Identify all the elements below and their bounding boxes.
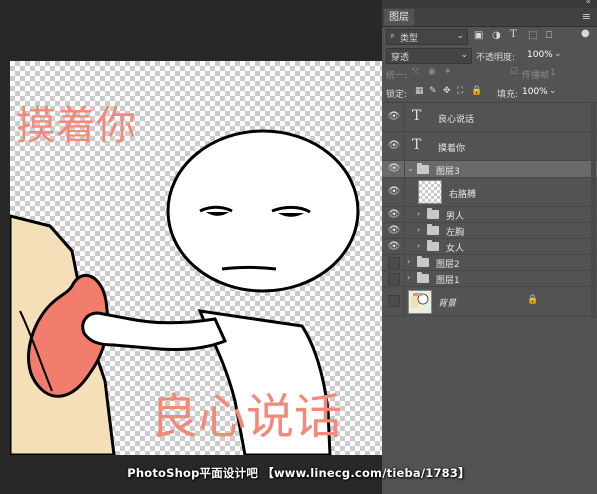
fill-value[interactable]: 100% bbox=[522, 87, 548, 97]
blend-mode-value: 穿透 bbox=[391, 53, 410, 63]
chevron-right-icon[interactable]: › bbox=[417, 241, 420, 250]
folder-icon bbox=[417, 163, 429, 174]
layers-panel: « 图层 ≡ ⌕ 类型 ⌄ ▣ ◑ T ⬚ ⎕ ● 穿透 ⌄ 不透明度: 100… bbox=[382, 0, 597, 494]
opacity-label: 不透明度: bbox=[476, 53, 516, 63]
panel-menu-icon[interactable]: ≡ bbox=[582, 10, 591, 23]
eye-icon[interactable]: 👁 bbox=[387, 163, 401, 174]
layer-name: 男人 bbox=[446, 212, 465, 222]
layer-row[interactable]: › 图层1 bbox=[382, 271, 597, 287]
layer-row[interactable]: 👁 › 女人 bbox=[382, 239, 597, 255]
layer-name: 女人 bbox=[446, 244, 465, 254]
filter-text-icon[interactable]: T bbox=[510, 29, 517, 40]
opacity-value[interactable]: 100% bbox=[527, 50, 553, 60]
document-canvas[interactable]: 摸着你 良心说话 bbox=[10, 61, 382, 455]
layer-thumbnail bbox=[418, 180, 442, 204]
unify-label: 统一: bbox=[386, 71, 408, 81]
layer-name: 图层3 bbox=[436, 167, 460, 177]
chevron-down-icon[interactable]: ⌄ bbox=[554, 49, 562, 59]
chevron-right-icon[interactable]: › bbox=[407, 273, 410, 282]
collapse-icon[interactable]: « bbox=[585, 0, 591, 7]
eye-icon[interactable]: 👁 bbox=[387, 241, 401, 252]
unify-position-icon[interactable]: ⤧ bbox=[412, 67, 419, 77]
search-icon: ⌕ bbox=[390, 31, 396, 41]
text-layer-icon: T bbox=[412, 108, 422, 124]
layer-row-selected[interactable]: 👁 ⌄ 图层3 bbox=[382, 161, 597, 178]
folder-icon bbox=[417, 256, 429, 267]
lock-label: 锁定: bbox=[386, 90, 408, 100]
eye-icon[interactable]: 👁 bbox=[387, 209, 401, 220]
layer-name: 图层2 bbox=[436, 260, 460, 270]
folder-icon bbox=[427, 224, 439, 235]
eye-icon[interactable]: 👁 bbox=[387, 140, 401, 151]
visibility-toggle-off[interactable] bbox=[388, 273, 400, 285]
filter-shape-icon[interactable]: ⬚ bbox=[528, 30, 537, 41]
layer-row[interactable]: 👁 › 左胸 bbox=[382, 223, 597, 239]
lock-image-icon[interactable]: ✎ bbox=[429, 86, 437, 96]
layer-row[interactable]: 👁 T 良心说话 bbox=[382, 103, 597, 132]
watermark-caption: PhotoShop平面设计吧 【www.linecg.com/tieba/178… bbox=[127, 466, 470, 480]
layer-name: 图层1 bbox=[436, 276, 460, 286]
background-thumbnail bbox=[408, 290, 432, 314]
chevron-right-icon[interactable]: › bbox=[417, 225, 420, 234]
unify-visibility-icon[interactable]: ◉ bbox=[428, 67, 436, 77]
folder-icon bbox=[427, 208, 439, 219]
layer-row[interactable]: 背景 🔒 bbox=[382, 287, 597, 316]
chevron-down-icon: ⌄ bbox=[460, 50, 468, 60]
layer-row[interactable]: 👁 右胳膊 bbox=[382, 178, 597, 207]
lock-icon: 🔒 bbox=[527, 295, 539, 305]
layer-list: 👁 T 良心说话 👁 T 摸着你 👁 ⌄ 图层3 👁 右胳膊 👁 › 男人 👁 … bbox=[382, 103, 597, 318]
layer-name: 良心说话 bbox=[438, 115, 475, 125]
lock-artboard-icon[interactable]: ⛶ bbox=[457, 86, 463, 96]
filter-adjustment-icon[interactable]: ◑ bbox=[492, 30, 501, 41]
propagate-checkbox[interactable]: ☑ bbox=[510, 67, 518, 77]
chevron-down-icon: ⌄ bbox=[456, 31, 464, 41]
unify-style-icon[interactable]: ✦ bbox=[444, 67, 452, 77]
fill-label: 填充: bbox=[497, 90, 519, 100]
meme-artwork: 摸着你 良心说话 bbox=[10, 103, 360, 455]
folder-icon bbox=[427, 240, 439, 251]
lock-position-icon[interactable]: ✥ bbox=[443, 86, 451, 96]
eye-icon[interactable]: 👁 bbox=[387, 225, 401, 236]
layer-name: 左胸 bbox=[446, 228, 465, 238]
blend-mode-select[interactable]: 穿透 ⌄ bbox=[386, 48, 472, 64]
lock-row: 锁定: ▦ ✎ ✥ ⛶ 🔒 填充: 100% ⌄ bbox=[382, 85, 597, 103]
layer-row[interactable]: 👁 T 摸着你 bbox=[382, 132, 597, 161]
filter-smart-object-icon[interactable]: ⎕ bbox=[546, 30, 552, 41]
blend-opacity-row: 穿透 ⌄ 不透明度: 100% ⌄ bbox=[382, 47, 597, 65]
filter-row: ⌕ 类型 ⌄ ▣ ◑ T ⬚ ⎕ ● bbox=[382, 27, 597, 47]
art-text-top: 摸着你 bbox=[16, 103, 136, 149]
layer-row[interactable]: 👁 › 男人 bbox=[382, 207, 597, 223]
propagate-label: 传播帧 bbox=[522, 71, 550, 81]
filter-kind-select[interactable]: ⌕ 类型 ⌄ bbox=[386, 29, 468, 45]
layer-name: 摸着你 bbox=[438, 144, 466, 154]
panel-dock-bar: « bbox=[382, 0, 597, 8]
visibility-toggle-off[interactable] bbox=[388, 257, 400, 269]
filter-kind-label: 类型 bbox=[400, 34, 419, 44]
layer-name: 背景 bbox=[438, 299, 457, 309]
visibility-toggle-off[interactable] bbox=[388, 295, 400, 307]
filter-pixel-icon[interactable]: ▣ bbox=[474, 30, 483, 41]
layer-name: 右胳膊 bbox=[449, 190, 477, 200]
layer-list-scrollbar[interactable] bbox=[591, 103, 596, 318]
chevron-right-icon[interactable]: › bbox=[417, 209, 420, 218]
propagate-value: 1 bbox=[550, 68, 556, 78]
lock-all-icon[interactable]: 🔒 bbox=[471, 86, 482, 96]
unify-row: 统一: ⤧ ◉ ✦ ☑ 传播帧 1 bbox=[382, 66, 597, 83]
eye-icon[interactable]: 👁 bbox=[387, 186, 401, 197]
chevron-right-icon[interactable]: › bbox=[407, 257, 410, 266]
panel-tabbar: 图层 ≡ bbox=[382, 8, 597, 27]
lock-transparent-icon[interactable]: ▦ bbox=[415, 86, 424, 96]
art-text-bottom: 良心说话 bbox=[150, 389, 342, 445]
folder-icon bbox=[417, 272, 429, 283]
tab-layers[interactable]: 图层 bbox=[384, 9, 414, 26]
filter-toggle-icon[interactable]: ● bbox=[581, 28, 590, 39]
chevron-down-icon[interactable]: ⌄ bbox=[549, 86, 557, 96]
layer-row[interactable]: › 图层2 bbox=[382, 255, 597, 271]
text-layer-icon: T bbox=[412, 137, 422, 153]
eye-icon[interactable]: 👁 bbox=[387, 111, 401, 122]
chevron-down-icon[interactable]: ⌄ bbox=[407, 164, 414, 173]
